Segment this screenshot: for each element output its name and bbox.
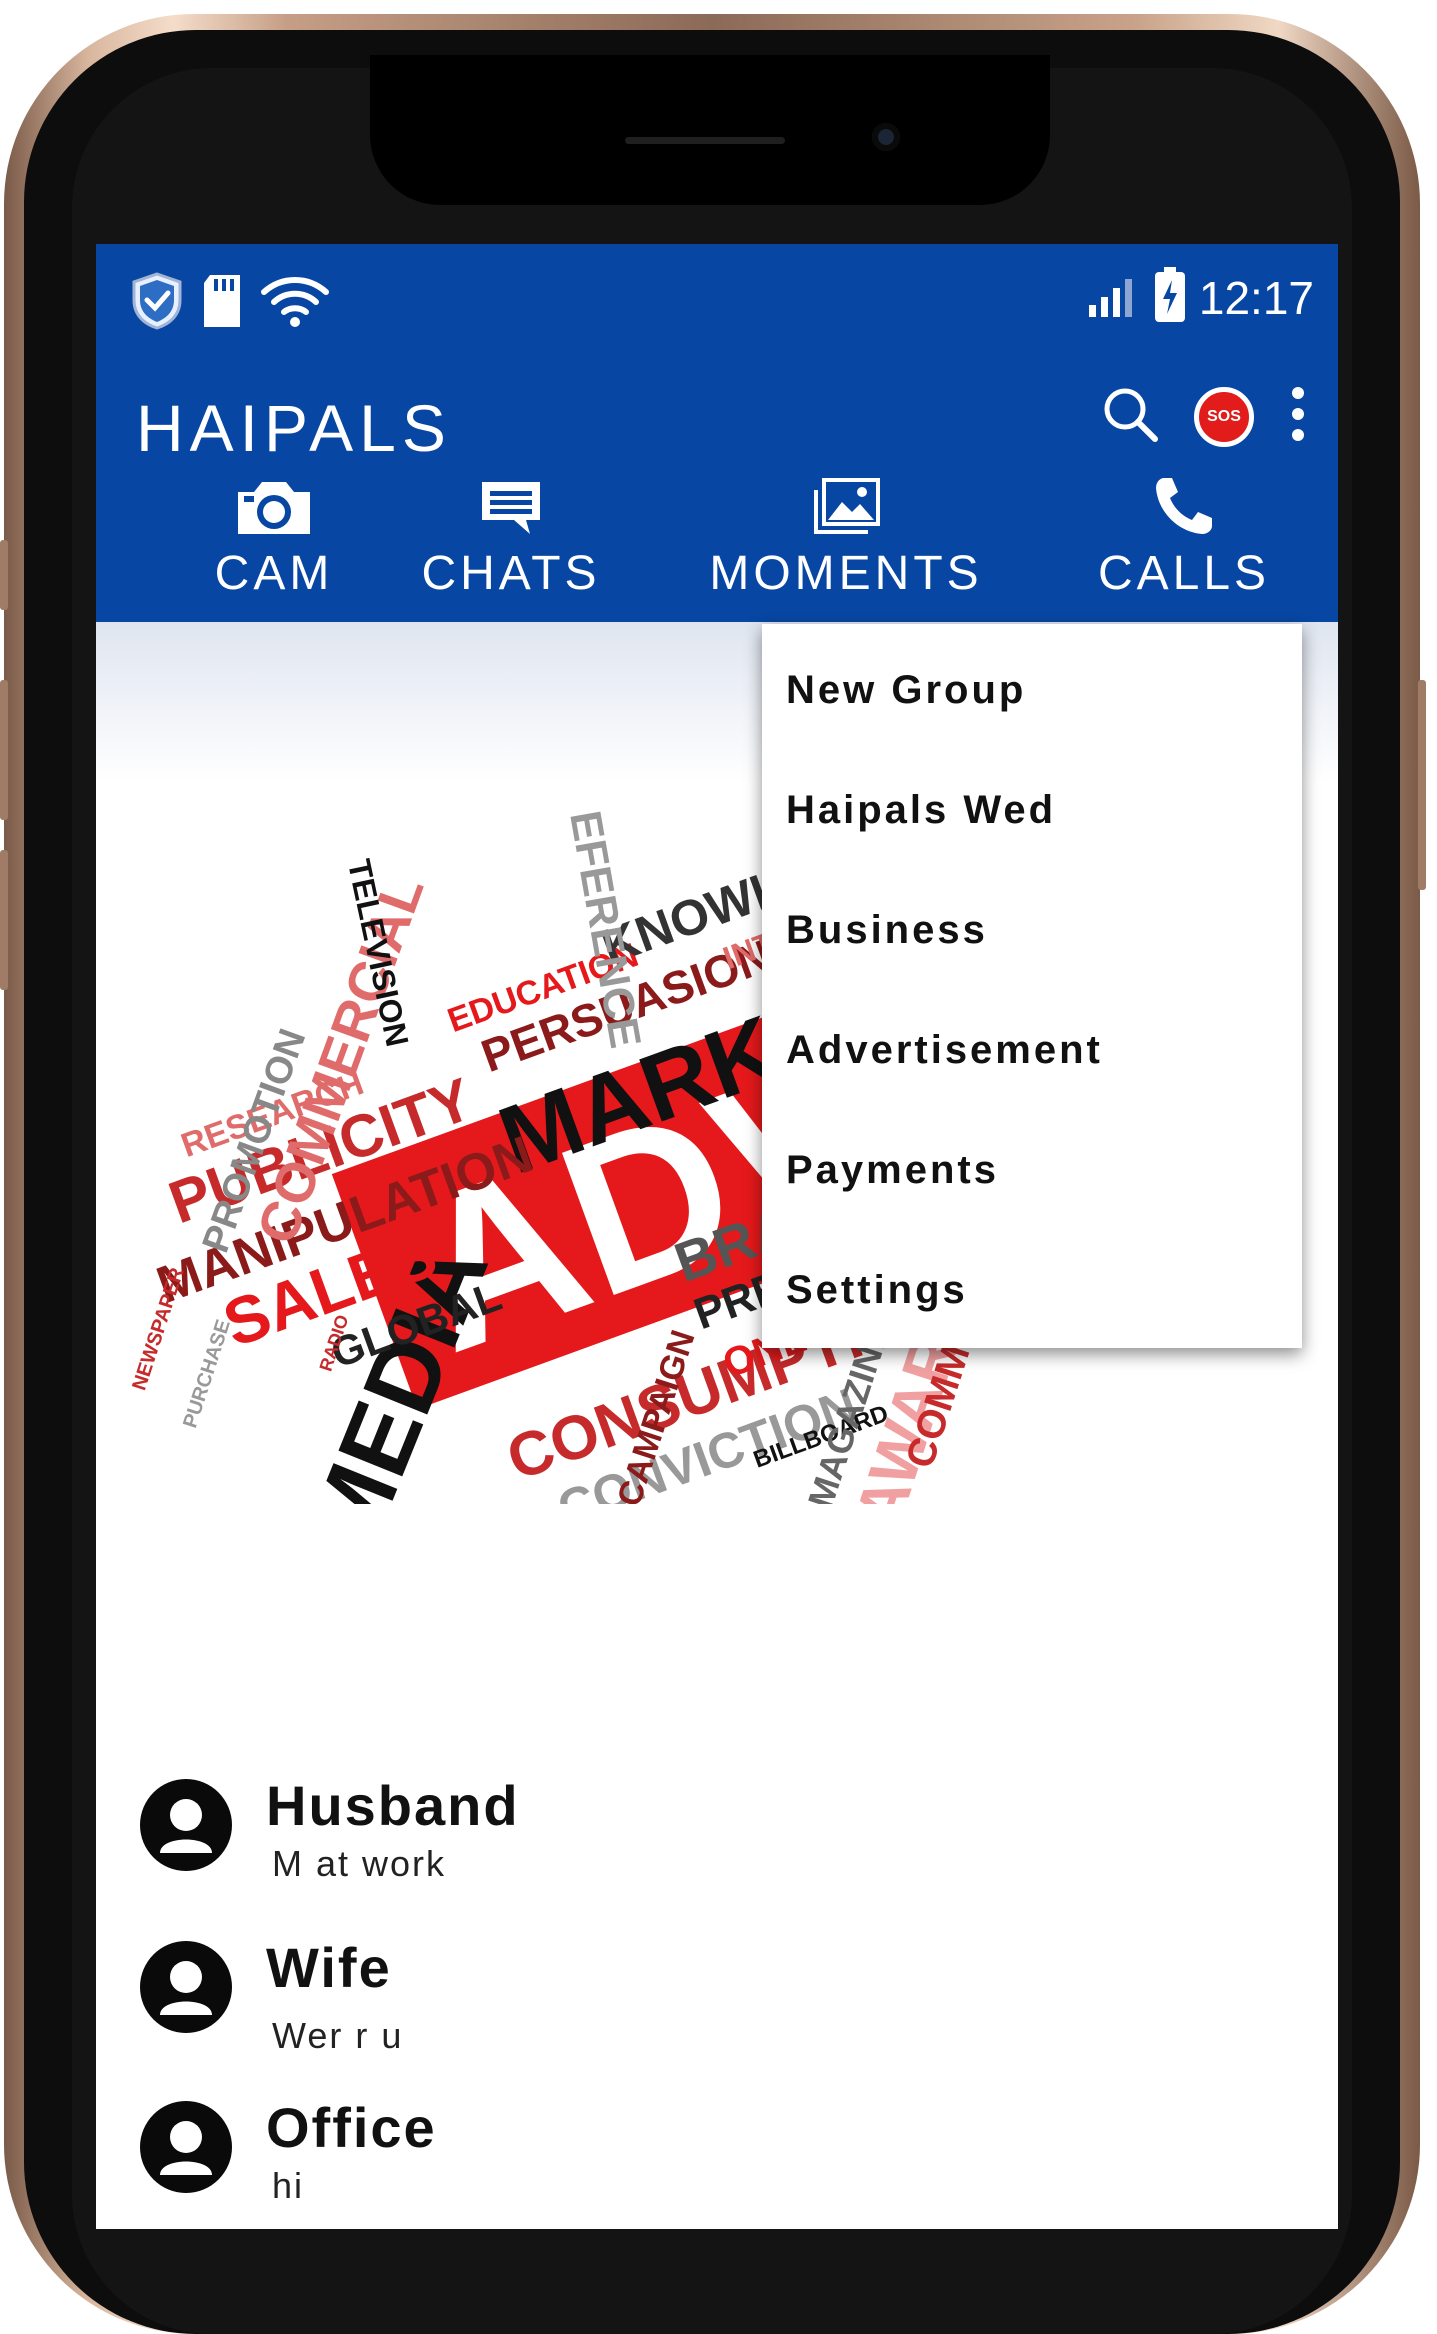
menu-item-settings[interactable]: Settings (762, 1230, 1302, 1350)
menu-item-business[interactable]: Business (762, 870, 1302, 990)
menu-item-new-group[interactable]: New Group (762, 630, 1302, 750)
volume-up-button (0, 680, 8, 820)
sos-label: SOS (1207, 407, 1241, 425)
contact-last-message: hi (272, 2165, 305, 2206)
contact-name: Husband (266, 1774, 520, 1837)
avatar (140, 2101, 232, 2193)
menu-item-haipals-wed[interactable]: Haipals Wed (762, 750, 1302, 870)
tab-chats[interactable]: CHATS (386, 470, 636, 601)
toolbar-actions: SOS (1100, 384, 1308, 449)
overflow-menu: New Group Haipals Wed Business Advertise… (762, 624, 1302, 1348)
contact-last-message: Wer r u (272, 2015, 404, 2056)
tab-cam-label: CAM (214, 547, 334, 600)
shield-check-icon (130, 272, 184, 335)
mute-switch (0, 540, 8, 610)
more-options-icon[interactable] (1288, 385, 1308, 448)
gallery-icon (810, 470, 882, 538)
menu-item-payments[interactable]: Payments (762, 1110, 1302, 1230)
tab-calls-label: CALLS (1097, 547, 1271, 600)
contact-row[interactable]: Husband M at work (140, 1774, 1240, 1929)
contact-row[interactable]: Office hi (140, 2096, 1240, 2229)
contact-last-message: M at work (272, 1843, 447, 1884)
contact-name: Office (266, 2096, 437, 2159)
status-bar-right: 12:17 (1087, 266, 1314, 329)
front-camera (872, 123, 900, 151)
menu-item-advertisement[interactable]: Advertisement (762, 990, 1302, 1110)
status-clock: 12:17 (1198, 271, 1314, 324)
wifi-icon (260, 274, 330, 333)
app-bar: 12:17 HAIPALS SOS CAM CHATS MOMENTS CALL… (96, 244, 1338, 622)
tab-moments[interactable]: MOMENTS (681, 470, 1011, 601)
avatar (140, 1941, 232, 2033)
tab-calls[interactable]: CALLS (1084, 470, 1284, 601)
status-bar-left (130, 272, 330, 335)
banner-word-purchase: PURCHASE (179, 1317, 235, 1431)
contact-row[interactable]: Wife Wer r u (140, 1936, 1240, 2091)
contact-name: Wife (266, 1936, 392, 1999)
tab-chats-label: CHATS (421, 547, 601, 600)
search-icon[interactable] (1100, 384, 1160, 449)
sos-button[interactable]: SOS (1194, 386, 1254, 447)
tab-cam[interactable]: CAM (174, 470, 374, 601)
phone-icon (1152, 470, 1216, 538)
avatar (140, 1779, 232, 1871)
tab-moments-label: MOMENTS (709, 547, 983, 600)
notch (370, 55, 1050, 205)
power-button (1418, 680, 1426, 890)
tab-bar: CAM CHATS MOMENTS CALLS (96, 470, 1338, 622)
sd-card-icon (200, 273, 244, 334)
chat-icon (476, 470, 546, 538)
battery-charging-icon (1153, 266, 1187, 329)
camera-icon (232, 470, 316, 538)
signal-icon (1087, 271, 1141, 324)
earpiece-speaker (625, 137, 785, 144)
volume-down-button (0, 850, 8, 990)
app-title: HAIPALS (136, 391, 452, 465)
